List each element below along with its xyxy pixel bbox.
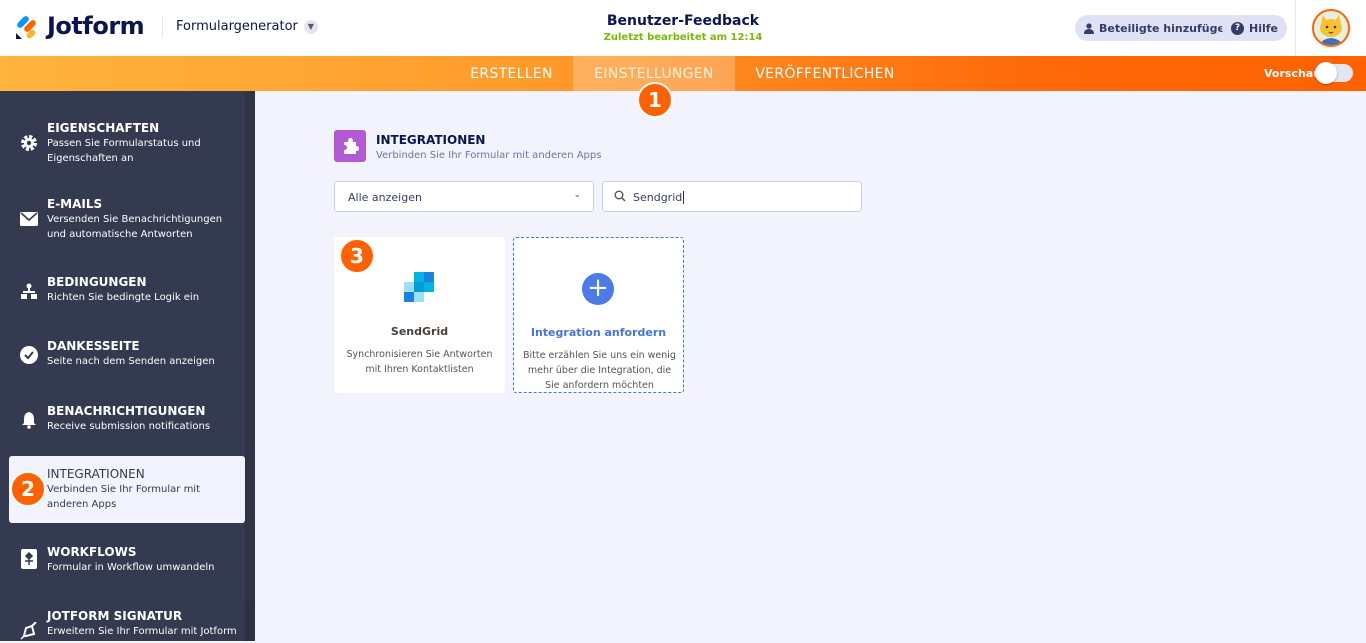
workflow-icon [19, 549, 39, 569]
category-filter-value: Alle anzeigen [348, 191, 422, 204]
check-circle-icon [19, 345, 39, 365]
sidebar-item-workflows[interactable]: WORKFLOWS Formular in Workflow umwandeln [9, 543, 245, 579]
main-nav: ERSTELLEN EINSTELLUNGEN VERÖFFENTLICHEN … [0, 56, 1366, 91]
settings-sidebar: EIGENSCHAFTEN Passen Sie Formularstatus … [0, 91, 255, 641]
help-label: Hilfe [1249, 21, 1278, 35]
sidebar-scrollbar[interactable] [245, 91, 255, 641]
add-participants-button[interactable]: Beteiligte hinzufügen [1075, 15, 1242, 41]
sidebar-item-desc: Richten Sie bedingte Logik ein [47, 292, 200, 303]
card-description: Bitte erzählen Sie uns ein wenig mehr üb… [523, 350, 676, 391]
sitemap-icon [19, 281, 39, 301]
sidebar-item-bedingungen[interactable]: BEDINGUNGEN Richten Sie bedingte Logik e… [9, 273, 245, 309]
category-filter-select[interactable]: Alle anzeigen ⌄ [334, 181, 594, 212]
question-icon: ? [1231, 21, 1244, 35]
tab-erstellen[interactable]: ERSTELLEN [455, 56, 568, 91]
user-icon [1084, 22, 1094, 34]
help-button[interactable]: ? Hilfe [1222, 15, 1287, 41]
avatar[interactable] [1312, 9, 1350, 47]
sidebar-item-title: WORKFLOWS [47, 545, 137, 559]
section-subtitle: Verbinden Sie Ihr Formular mit anderen A… [376, 150, 602, 161]
request-integration-card[interactable]: + Integration anfordern Bitte erzählen S… [513, 237, 684, 393]
section-title: INTEGRATIONEN [376, 133, 486, 147]
sidebar-item-title: EIGENSCHAFTEN [47, 121, 160, 135]
preview-label: Vorschau [1264, 67, 1322, 80]
sidebar-item-title: DANKESSEITE [47, 339, 140, 353]
sendgrid-logo-icon [404, 272, 434, 302]
card-description: Synchronisieren Sie Antworten mit Ihren … [346, 349, 493, 375]
step-badge-1: 1 [637, 82, 673, 118]
add-participants-label: Beteiligte hinzufügen [1099, 21, 1233, 35]
sidebar-item-desc: Seite nach dem Senden anzeigen [47, 356, 215, 367]
search-icon [614, 190, 626, 202]
top-header: Jotform Formulargenerator ▼ Benutzer-Fee… [0, 0, 1366, 56]
pen-icon [19, 621, 39, 641]
divider [1295, 0, 1296, 56]
sidebar-item-title: E-MAILS [47, 197, 103, 211]
sidebar-item-title: INTEGRATIONEN [47, 467, 145, 481]
sidebar-item-emails[interactable]: E-MAILS Versenden Sie Benachrichtigungen… [9, 195, 245, 245]
sidebar-item-title: BEDINGUNGEN [47, 275, 147, 289]
gear-icon [19, 133, 39, 153]
plus-icon: + [582, 273, 614, 305]
tab-veroeffentlichen[interactable]: VERÖFFENTLICHEN [740, 56, 910, 91]
sidebar-item-title: JOTFORM SIGNATUR [47, 609, 183, 623]
sidebar-item-desc: Verbinden Sie Ihr Formular mit anderen A… [47, 484, 201, 510]
bell-icon [19, 410, 39, 430]
sidebar-item-dankesseite[interactable]: DANKESSEITE Seite nach dem Senden anzeig… [9, 337, 245, 373]
search-value: Sendgrid [633, 191, 683, 204]
sidebar-item-jotform-signatur[interactable]: JOTFORM SIGNATUR Erweitern Sie Ihr Formu… [9, 607, 245, 643]
sidebar-item-benachrichtigungen[interactable]: BENACHRICHTIGUNGEN Receive submission no… [9, 402, 245, 438]
sidebar-item-desc: Passen Sie Formularstatus und Eigenschaf… [47, 138, 201, 164]
step-badge-2: 2 [10, 471, 46, 507]
search-input[interactable]: Sendgrid [602, 181, 862, 212]
chevron-down-icon: ⌄ [573, 190, 581, 200]
card-title: SendGrid [390, 325, 449, 338]
sidebar-item-desc: Versenden Sie Benachrichtigungen und aut… [47, 214, 223, 240]
sidebar-item-desc: Receive submission notifications [47, 421, 211, 432]
sidebar-item-desc: Erweitern Sie Ihr Formular mit Jotform [47, 626, 237, 637]
step-badge-3: 3 [339, 238, 375, 274]
sidebar-item-desc: Formular in Workflow umwandeln [47, 562, 215, 573]
card-title: Integration anfordern [530, 326, 667, 339]
preview-toggle[interactable] [1315, 62, 1353, 84]
puzzle-icon [334, 130, 366, 162]
mail-icon [19, 209, 39, 229]
sidebar-item-eigenschaften[interactable]: EIGENSCHAFTEN Passen Sie Formularstatus … [9, 119, 245, 169]
sidebar-item-title: BENACHRICHTIGUNGEN [47, 404, 206, 418]
